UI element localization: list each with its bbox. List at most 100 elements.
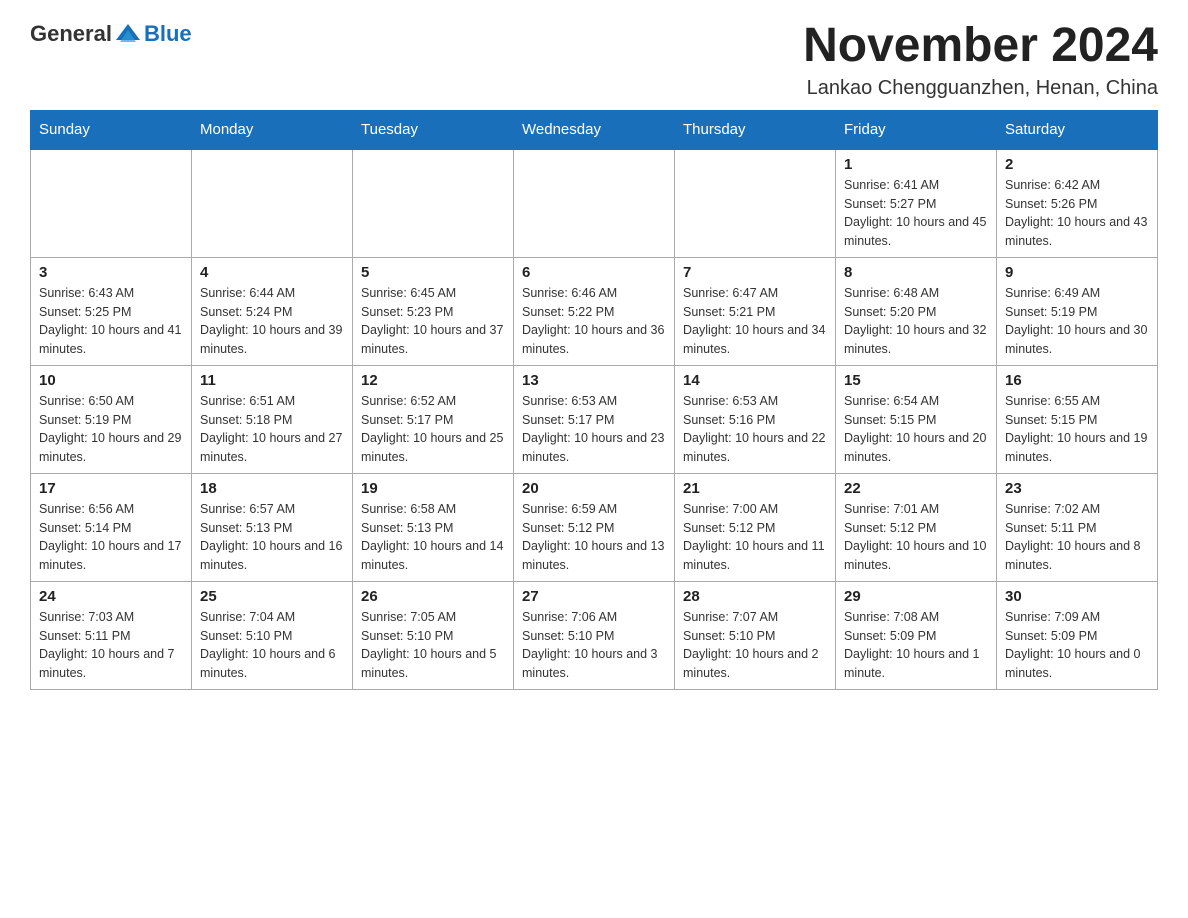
calendar-week-row: 17 Sunrise: 6:56 AMSunset: 5:14 PMDayligh… bbox=[31, 473, 1158, 581]
calendar-cell: 10 Sunrise: 6:50 AMSunset: 5:19 PMDayligh… bbox=[31, 365, 192, 473]
calendar-header-monday: Monday bbox=[192, 110, 353, 149]
day-info: Sunrise: 6:52 AMSunset: 5:17 PMDaylight:… bbox=[361, 392, 505, 467]
day-info: Sunrise: 6:57 AMSunset: 5:13 PMDaylight:… bbox=[200, 500, 344, 575]
calendar-header-tuesday: Tuesday bbox=[353, 110, 514, 149]
day-info: Sunrise: 7:03 AMSunset: 5:11 PMDaylight:… bbox=[39, 608, 183, 683]
day-info: Sunrise: 7:02 AMSunset: 5:11 PMDaylight:… bbox=[1005, 500, 1149, 575]
day-number: 27 bbox=[522, 588, 666, 605]
day-number: 8 bbox=[844, 264, 988, 281]
calendar-cell bbox=[514, 149, 675, 258]
calendar-cell: 26 Sunrise: 7:05 AMSunset: 5:10 PMDayligh… bbox=[353, 581, 514, 689]
subtitle: Lankao Chengguanzhen, Henan, China bbox=[803, 77, 1158, 100]
calendar-header-saturday: Saturday bbox=[997, 110, 1158, 149]
calendar-header-thursday: Thursday bbox=[675, 110, 836, 149]
calendar: SundayMondayTuesdayWednesdayThursdayFrid… bbox=[30, 110, 1158, 690]
logo-text-blue: Blue bbox=[144, 21, 192, 47]
day-number: 28 bbox=[683, 588, 827, 605]
calendar-cell: 23 Sunrise: 7:02 AMSunset: 5:11 PMDayligh… bbox=[997, 473, 1158, 581]
day-number: 4 bbox=[200, 264, 344, 281]
day-info: Sunrise: 6:50 AMSunset: 5:19 PMDaylight:… bbox=[39, 392, 183, 467]
day-number: 13 bbox=[522, 372, 666, 389]
calendar-header-wednesday: Wednesday bbox=[514, 110, 675, 149]
logo-text-general: General bbox=[30, 21, 112, 47]
day-number: 17 bbox=[39, 480, 183, 497]
day-info: Sunrise: 6:46 AMSunset: 5:22 PMDaylight:… bbox=[522, 284, 666, 359]
calendar-cell: 2 Sunrise: 6:42 AMSunset: 5:26 PMDaylight… bbox=[997, 149, 1158, 258]
calendar-cell bbox=[675, 149, 836, 258]
day-info: Sunrise: 6:54 AMSunset: 5:15 PMDaylight:… bbox=[844, 392, 988, 467]
calendar-week-row: 3 Sunrise: 6:43 AMSunset: 5:25 PMDaylight… bbox=[31, 257, 1158, 365]
day-number: 10 bbox=[39, 372, 183, 389]
day-number: 3 bbox=[39, 264, 183, 281]
day-number: 15 bbox=[844, 372, 988, 389]
calendar-cell: 1 Sunrise: 6:41 AMSunset: 5:27 PMDaylight… bbox=[836, 149, 997, 258]
day-number: 14 bbox=[683, 372, 827, 389]
day-number: 6 bbox=[522, 264, 666, 281]
day-info: Sunrise: 7:09 AMSunset: 5:09 PMDaylight:… bbox=[1005, 608, 1149, 683]
calendar-header-sunday: Sunday bbox=[31, 110, 192, 149]
calendar-cell: 4 Sunrise: 6:44 AMSunset: 5:24 PMDaylight… bbox=[192, 257, 353, 365]
calendar-header-friday: Friday bbox=[836, 110, 997, 149]
calendar-cell: 21 Sunrise: 7:00 AMSunset: 5:12 PMDayligh… bbox=[675, 473, 836, 581]
day-number: 19 bbox=[361, 480, 505, 497]
logo-icon bbox=[114, 20, 142, 48]
calendar-cell: 7Sunrise: 6:47 AMSunset: 5:21 PMDaylight… bbox=[675, 257, 836, 365]
calendar-cell: 27Sunrise: 7:06 AMSunset: 5:10 PMDayligh… bbox=[514, 581, 675, 689]
day-info: Sunrise: 6:55 AMSunset: 5:15 PMDaylight:… bbox=[1005, 392, 1149, 467]
day-info: Sunrise: 6:42 AMSunset: 5:26 PMDaylight:… bbox=[1005, 176, 1149, 251]
day-info: Sunrise: 6:44 AMSunset: 5:24 PMDaylight:… bbox=[200, 284, 344, 359]
day-number: 21 bbox=[683, 480, 827, 497]
calendar-cell: 20 Sunrise: 6:59 AMSunset: 5:12 PMDayligh… bbox=[514, 473, 675, 581]
day-number: 26 bbox=[361, 588, 505, 605]
day-number: 11 bbox=[200, 372, 344, 389]
day-number: 29 bbox=[844, 588, 988, 605]
calendar-cell: 11 Sunrise: 6:51 AMSunset: 5:18 PMDayligh… bbox=[192, 365, 353, 473]
day-number: 30 bbox=[1005, 588, 1149, 605]
calendar-cell: 19 Sunrise: 6:58 AMSunset: 5:13 PMDayligh… bbox=[353, 473, 514, 581]
day-info: Sunrise: 6:51 AMSunset: 5:18 PMDaylight:… bbox=[200, 392, 344, 467]
day-info: Sunrise: 7:04 AMSunset: 5:10 PMDaylight:… bbox=[200, 608, 344, 683]
calendar-cell: 29Sunrise: 7:08 AMSunset: 5:09 PMDayligh… bbox=[836, 581, 997, 689]
calendar-cell bbox=[192, 149, 353, 258]
day-info: Sunrise: 7:01 AMSunset: 5:12 PMDaylight:… bbox=[844, 500, 988, 575]
calendar-cell: 12Sunrise: 6:52 AMSunset: 5:17 PMDayligh… bbox=[353, 365, 514, 473]
day-number: 2 bbox=[1005, 156, 1149, 173]
day-number: 9 bbox=[1005, 264, 1149, 281]
day-number: 1 bbox=[844, 156, 988, 173]
logo: General Blue bbox=[30, 20, 192, 48]
calendar-cell: 8 Sunrise: 6:48 AMSunset: 5:20 PMDaylight… bbox=[836, 257, 997, 365]
calendar-cell: 3 Sunrise: 6:43 AMSunset: 5:25 PMDaylight… bbox=[31, 257, 192, 365]
day-number: 5 bbox=[361, 264, 505, 281]
calendar-cell: 24Sunrise: 7:03 AMSunset: 5:11 PMDayligh… bbox=[31, 581, 192, 689]
day-info: Sunrise: 6:49 AMSunset: 5:19 PMDaylight:… bbox=[1005, 284, 1149, 359]
day-info: Sunrise: 6:59 AMSunset: 5:12 PMDaylight:… bbox=[522, 500, 666, 575]
day-number: 7 bbox=[683, 264, 827, 281]
calendar-cell: 5 Sunrise: 6:45 AMSunset: 5:23 PMDaylight… bbox=[353, 257, 514, 365]
day-info: Sunrise: 6:45 AMSunset: 5:23 PMDaylight:… bbox=[361, 284, 505, 359]
day-info: Sunrise: 6:48 AMSunset: 5:20 PMDaylight:… bbox=[844, 284, 988, 359]
day-info: Sunrise: 6:56 AMSunset: 5:14 PMDaylight:… bbox=[39, 500, 183, 575]
day-info: Sunrise: 7:05 AMSunset: 5:10 PMDaylight:… bbox=[361, 608, 505, 683]
day-number: 23 bbox=[1005, 480, 1149, 497]
calendar-cell: 9 Sunrise: 6:49 AMSunset: 5:19 PMDaylight… bbox=[997, 257, 1158, 365]
calendar-cell: 28 Sunrise: 7:07 AMSunset: 5:10 PMDayligh… bbox=[675, 581, 836, 689]
calendar-cell: 25 Sunrise: 7:04 AMSunset: 5:10 PMDayligh… bbox=[192, 581, 353, 689]
day-number: 20 bbox=[522, 480, 666, 497]
calendar-cell: 22 Sunrise: 7:01 AMSunset: 5:12 PMDayligh… bbox=[836, 473, 997, 581]
calendar-cell: 17 Sunrise: 6:56 AMSunset: 5:14 PMDayligh… bbox=[31, 473, 192, 581]
page-title: November 2024 bbox=[803, 20, 1158, 73]
day-info: Sunrise: 6:53 AMSunset: 5:16 PMDaylight:… bbox=[683, 392, 827, 467]
day-number: 25 bbox=[200, 588, 344, 605]
day-info: Sunrise: 7:07 AMSunset: 5:10 PMDaylight:… bbox=[683, 608, 827, 683]
day-info: Sunrise: 7:00 AMSunset: 5:12 PMDaylight:… bbox=[683, 500, 827, 575]
calendar-cell: 16 Sunrise: 6:55 AMSunset: 5:15 PMDayligh… bbox=[997, 365, 1158, 473]
day-info: Sunrise: 6:58 AMSunset: 5:13 PMDaylight:… bbox=[361, 500, 505, 575]
day-info: Sunrise: 6:53 AMSunset: 5:17 PMDaylight:… bbox=[522, 392, 666, 467]
day-info: Sunrise: 6:43 AMSunset: 5:25 PMDaylight:… bbox=[39, 284, 183, 359]
day-number: 22 bbox=[844, 480, 988, 497]
day-info: Sunrise: 6:41 AMSunset: 5:27 PMDaylight:… bbox=[844, 176, 988, 251]
header-area: General Blue November 2024 Lankao Chengg… bbox=[30, 20, 1158, 100]
calendar-cell: 6 Sunrise: 6:46 AMSunset: 5:22 PMDaylight… bbox=[514, 257, 675, 365]
calendar-week-row: 10 Sunrise: 6:50 AMSunset: 5:19 PMDayligh… bbox=[31, 365, 1158, 473]
day-number: 16 bbox=[1005, 372, 1149, 389]
